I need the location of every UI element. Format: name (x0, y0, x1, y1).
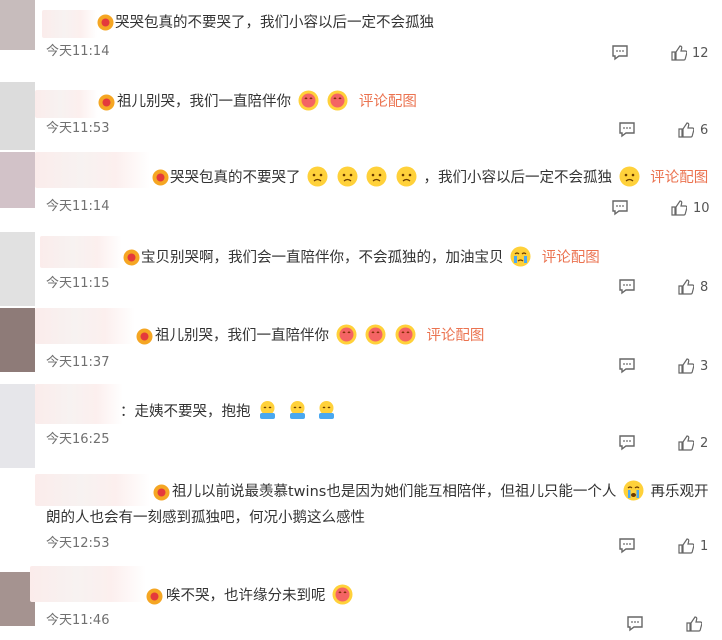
username[interactable] (42, 10, 97, 38)
comment-text: 宝贝别哭啊，我们会一直陪伴你，不会孤独的，加油宝贝 评论配图 (141, 246, 600, 270)
blush-kiss-emoji-icon (336, 324, 357, 345)
comment-image-link[interactable]: 评论配图 (542, 250, 600, 266)
comment-image-link[interactable]: 评论配图 (359, 94, 417, 110)
username[interactable] (35, 90, 98, 118)
vip-badge-icon (98, 94, 115, 111)
avatar[interactable] (0, 384, 35, 468)
avatar[interactable] (0, 308, 35, 372)
comment-icon[interactable] (618, 122, 636, 138)
comment-text: 祖儿别哭，我们一直陪伴你 评论配图 (117, 90, 417, 114)
vip-badge-icon (136, 328, 153, 345)
vip-badge-icon (152, 169, 169, 186)
username[interactable] (35, 474, 150, 506)
hug-emoji-icon (289, 401, 305, 419)
comment-time: 今天11:15 (46, 276, 110, 291)
like-icon[interactable] (678, 279, 694, 295)
sad-emoji-icon (337, 166, 358, 187)
comment-row: 祖儿以前说最羡慕twins也是因为她们能互相陪伴，但祖儿只能一个人 再乐观开 朗… (0, 468, 722, 560)
comment-time: 今天16:25 (46, 432, 110, 447)
avatar[interactable] (0, 82, 35, 150)
like-count: 2 (700, 436, 709, 451)
avatar[interactable] (0, 232, 35, 306)
sad-emoji-icon (619, 166, 640, 187)
like-icon[interactable] (678, 538, 694, 554)
like-icon[interactable] (671, 45, 687, 61)
comment-time: 今天11:46 (46, 613, 110, 628)
like-count: 6 (700, 123, 709, 138)
like-count: 1 (700, 539, 709, 554)
sad-emoji-icon (396, 166, 417, 187)
blush-kiss-emoji-icon (395, 324, 416, 345)
username[interactable] (35, 308, 135, 344)
comment-icon[interactable] (618, 435, 636, 451)
like-icon[interactable] (678, 435, 694, 451)
username[interactable] (35, 152, 150, 188)
comment-text: ：走姨不要哭，抱抱 (120, 400, 339, 424)
cry-emoji-icon (623, 480, 644, 501)
avatar[interactable] (0, 468, 35, 560)
comment-icon[interactable] (611, 200, 629, 216)
like-count: 3 (700, 359, 709, 374)
comment-icon[interactable] (618, 538, 636, 554)
blush-kiss-emoji-icon (298, 90, 319, 111)
comment-time: 今天11:37 (46, 355, 110, 370)
like-icon[interactable] (678, 122, 694, 138)
blush-kiss-emoji-icon (332, 584, 353, 605)
comment-text-line2: 朗的人也会有一刻感到孤独吧，何况小鹅这么感性 (46, 510, 365, 526)
vip-badge-icon (97, 14, 114, 31)
comment-row: 祖儿别哭，我们一直陪伴你 评论配图 今天11:37 3 (0, 308, 722, 382)
comment-icon[interactable] (626, 616, 644, 632)
comment-time: 今天11:53 (46, 121, 110, 136)
comment-row: ：走姨不要哭，抱抱 今天16:25 2 (0, 384, 722, 468)
like-count: 8 (700, 280, 709, 295)
username[interactable] (40, 236, 122, 268)
blush-kiss-emoji-icon (365, 324, 386, 345)
vip-badge-icon (153, 484, 170, 501)
comment-row: 唉不哭，也许缘分未到呢 今天11:46 (0, 566, 722, 640)
username[interactable] (35, 384, 123, 424)
avatar[interactable] (0, 152, 35, 208)
comment-icon[interactable] (611, 45, 629, 61)
comment-text: 哭哭包真的不要哭了，我们小容以后一定不会孤独 (115, 15, 434, 31)
hug-emoji-icon (260, 401, 276, 419)
vip-badge-icon (146, 588, 163, 605)
comment-image-link[interactable]: 评论配图 (650, 170, 708, 186)
vip-badge-icon (123, 249, 140, 266)
like-count: 10 (693, 201, 710, 216)
like-icon[interactable] (678, 358, 694, 374)
comment-row: 哭哭包真的不要哭了 ，我们小容以后一定不会孤独 评论配图 今天11:14 10 (0, 152, 722, 228)
comment-text: 哭哭包真的不要哭了 ，我们小容以后一定不会孤独 评论配图 (170, 166, 708, 190)
like-count: 12 (692, 46, 709, 61)
avatar[interactable] (0, 0, 35, 50)
like-icon[interactable] (671, 200, 687, 216)
sad-emoji-icon (307, 166, 328, 187)
comment-text: 祖儿以前说最羡慕twins也是因为她们能互相陪伴，但祖儿只能一个人 再乐观开 (172, 480, 709, 504)
comment-list: 哭哭包真的不要哭了，我们小容以后一定不会孤独 今天11:14 12 祖儿别哭，我… (0, 0, 722, 640)
comment-time: 今天11:14 (46, 199, 110, 214)
sad-emoji-icon (366, 166, 387, 187)
comment-row: 宝贝别哭啊，我们会一直陪伴你，不会孤独的，加油宝贝 评论配图 今天11:15 8 (0, 232, 722, 306)
comment-row: 祖儿别哭，我们一直陪伴你 评论配图 今天11:53 6 (0, 82, 722, 150)
cry-hands-emoji-icon (510, 246, 531, 267)
comment-row: 哭哭包真的不要哭了，我们小容以后一定不会孤独 今天11:14 12 (0, 0, 722, 68)
like-icon[interactable] (686, 616, 702, 632)
comment-text: 祖儿别哭，我们一直陪伴你 评论配图 (155, 324, 484, 348)
comment-icon[interactable] (618, 279, 636, 295)
comment-icon[interactable] (618, 358, 636, 374)
blush-kiss-emoji-icon (327, 90, 348, 111)
comment-time: 今天11:14 (46, 44, 110, 59)
username[interactable] (30, 566, 146, 602)
comment-text: 唉不哭，也许缘分未到呢 (166, 584, 355, 608)
comment-image-link[interactable]: 评论配图 (426, 328, 484, 344)
hug-emoji-icon (319, 401, 335, 419)
comment-time: 今天12:53 (46, 536, 110, 551)
